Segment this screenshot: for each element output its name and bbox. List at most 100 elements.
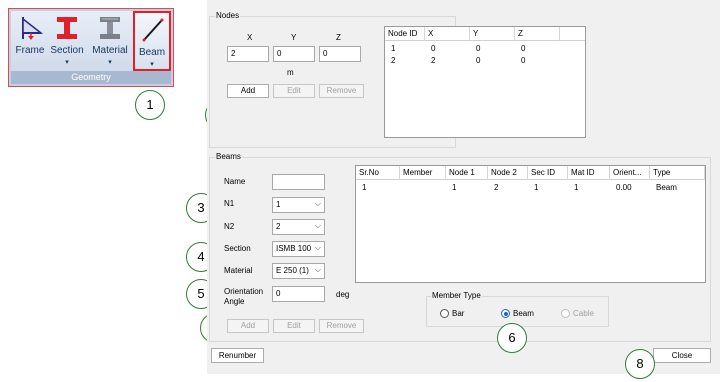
z-label: Z — [336, 33, 341, 42]
beams-table[interactable]: Sr.No Member Node 1 Node 2 Sec ID Mat ID… — [355, 165, 706, 283]
orientation-label-line2: Angle — [224, 297, 245, 306]
nodes-col-header[interactable]: X — [425, 27, 470, 41]
table-cell: 2 — [431, 56, 436, 65]
beam-label: Beam — [138, 47, 166, 58]
beams-col-header[interactable]: Mat ID — [568, 166, 610, 180]
node-remove-button[interactable]: Remove — [319, 84, 364, 98]
nodes-table-header: Node ID X Y Z — [385, 27, 585, 41]
beams-col-header[interactable]: Type — [650, 166, 705, 180]
x-label: X — [247, 33, 253, 42]
table-cell: 1 — [534, 183, 539, 192]
beam-name-input[interactable] — [272, 174, 325, 190]
beams-col-header[interactable]: Node 2 — [488, 166, 528, 180]
orientation-label: Orientation — [224, 287, 264, 296]
table-cell: 0 — [476, 56, 481, 65]
geometry-ribbon-group: Frame Section ▾ Material ▾ Beam ▾ Geomet… — [8, 8, 174, 87]
material-dropdown-arrow: ▾ — [108, 59, 112, 66]
ribbon-buttons-area: Frame Section ▾ Material ▾ Beam ▾ — [11, 11, 171, 71]
chevron-down-icon: ⌵ — [314, 221, 321, 230]
callout-1: 1 — [135, 90, 165, 120]
frame-button[interactable]: Frame — [13, 11, 47, 71]
nodes-col-header[interactable]: Z — [515, 27, 560, 41]
radio-label: Bar — [452, 309, 465, 318]
nodes-col-header[interactable]: Node ID — [385, 27, 425, 41]
table-cell: 1 — [452, 183, 457, 192]
y-label: Y — [291, 33, 297, 42]
node-edit-button[interactable]: Edit — [273, 84, 315, 98]
material-icon — [100, 17, 120, 39]
table-cell: 0.00 — [616, 183, 632, 192]
material-selected-value: E 250 (1) — [276, 266, 309, 275]
radio-label: Beam — [513, 309, 534, 318]
radio-button[interactable] — [561, 309, 570, 318]
member-dialog: Nodes X Y Z 2 0 0 m Add Edit Remove Node… — [207, 0, 720, 374]
n2-selected-value: 2 — [276, 222, 281, 231]
name-label: Name — [224, 177, 246, 186]
frame-label: Frame — [15, 45, 45, 56]
n1-select[interactable]: 1 ⌵ — [272, 197, 325, 213]
i-section-icon — [57, 17, 77, 39]
beams-col-header[interactable]: Orient... — [610, 166, 650, 180]
table-cell: 0 — [521, 56, 526, 65]
nodes-table[interactable]: Node ID X Y Z 1 0 0 0 2 2 0 0 — [384, 26, 586, 138]
beams-col-header[interactable]: Member — [400, 166, 446, 180]
beams-col-header[interactable]: Sec ID — [528, 166, 568, 180]
beam-button[interactable]: Beam ▾ — [133, 11, 171, 71]
ribbon-group-label: Geometry — [11, 71, 171, 84]
material-button[interactable]: Material ▾ — [89, 11, 131, 71]
beam-line-icon — [142, 18, 164, 42]
n1-selected-value: 1 — [276, 200, 281, 209]
beams-group-label: Beams — [215, 152, 242, 161]
section-label: Section — [50, 45, 84, 56]
beams-table-header: Sr.No Member Node 1 Node 2 Sec ID Mat ID… — [356, 166, 705, 180]
table-cell: 1 — [574, 183, 579, 192]
radio-label: Cable — [573, 309, 594, 318]
section-dropdown-arrow: ▾ — [65, 59, 69, 66]
radio-button[interactable] — [501, 309, 510, 318]
nodes-group-label: Nodes — [215, 11, 241, 20]
radio-button[interactable] — [440, 309, 449, 318]
n1-label: N1 — [224, 199, 235, 208]
callout-8: 8 — [625, 349, 655, 379]
beam-dropdown-arrow: ▾ — [150, 61, 154, 68]
chevron-down-icon: ⌵ — [314, 265, 321, 274]
beam-remove-button[interactable]: Remove — [319, 319, 364, 333]
table-cell: 1 — [391, 44, 396, 53]
table-cell: 2 — [391, 56, 396, 65]
deg-unit-label: deg — [336, 290, 350, 299]
table-cell — [403, 183, 406, 193]
node-y-input[interactable]: 0 — [273, 46, 315, 62]
beams-col-header[interactable]: Node 1 — [446, 166, 488, 180]
table-cell: 0 — [431, 44, 436, 53]
beam-add-button[interactable]: Add — [227, 319, 269, 333]
node-add-button[interactable]: Add — [227, 84, 269, 98]
orientation-angle-input[interactable]: 0 — [272, 286, 325, 302]
units-label: m — [287, 68, 294, 77]
section-label: Section — [224, 244, 251, 253]
material-label: Material — [224, 266, 253, 275]
beam-edit-button[interactable]: Edit — [273, 319, 315, 333]
table-cell: 0 — [476, 44, 481, 53]
renumber-button[interactable]: Renumber — [211, 348, 264, 363]
material-select[interactable]: E 250 (1) ⌵ — [272, 263, 325, 279]
node-x-input[interactable]: 2 — [227, 46, 269, 62]
frame-icon — [22, 17, 43, 40]
callout-6: 6 — [497, 323, 527, 353]
table-cell: 0 — [521, 44, 526, 53]
section-selected-value: ISMB 100 — [276, 244, 312, 253]
table-cell: 2 — [494, 183, 499, 192]
section-button[interactable]: Section ▾ — [49, 11, 85, 71]
section-select[interactable]: ISMB 100 ⌵ — [272, 241, 325, 257]
chevron-down-icon: ⌵ — [314, 243, 321, 252]
nodes-col-header[interactable]: Y — [470, 27, 515, 41]
material-label: Material — [92, 45, 128, 56]
member-type-label: Member Type — [431, 291, 482, 300]
n2-label: N2 — [224, 222, 235, 231]
close-button[interactable]: Close — [653, 348, 711, 363]
chevron-down-icon: ⌵ — [314, 199, 321, 208]
table-cell: 1 — [362, 183, 367, 192]
table-cell: Beam — [656, 183, 677, 192]
n2-select[interactable]: 2 ⌵ — [272, 219, 325, 235]
node-z-input[interactable]: 0 — [319, 46, 361, 62]
beams-col-header[interactable]: Sr.No — [356, 166, 400, 180]
